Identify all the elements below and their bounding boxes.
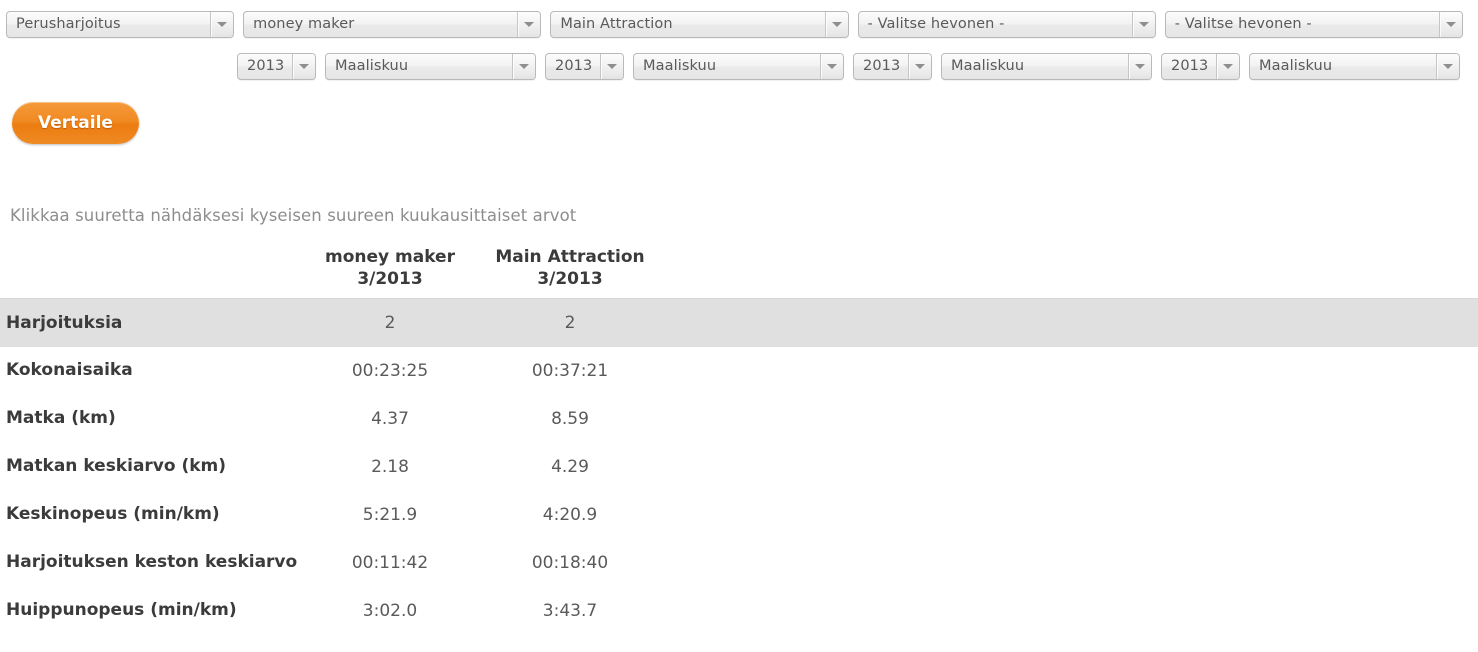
row-value-2: 4.29	[551, 456, 589, 477]
compare-button[interactable]: Vertaile	[12, 102, 139, 144]
select-month-2-value: Maaliskuu	[643, 58, 717, 74]
table-head: money maker 3/2013 Main Attraction 3/201…	[0, 247, 1478, 300]
select-year-4-value: 2013	[1171, 58, 1209, 74]
row-value-1: 00:23:25	[351, 360, 429, 381]
row-value-2: 00:37:21	[531, 360, 609, 381]
header-column-2-period: 3/2013	[537, 268, 603, 289]
select-month-3-value: Maaliskuu	[951, 58, 1025, 74]
row-value-1: 5:21.9	[362, 504, 418, 525]
select-year-4[interactable]: 2013	[1161, 52, 1240, 80]
select-horse-2-value: Main Attraction	[560, 16, 673, 32]
row-label[interactable]: Keskinopeus (min/km)	[0, 491, 300, 539]
select-year-1-value: 2013	[247, 58, 285, 74]
select-year-1[interactable]: 2013	[237, 52, 316, 80]
chevron-down-icon[interactable]	[517, 11, 541, 37]
row-label[interactable]: Huippunopeus (min/km)	[0, 587, 300, 635]
select-horse-3-value: - Valitse hevonen -	[867, 16, 1005, 32]
row-label[interactable]: Harjoituksen keston keskiarvo	[0, 539, 300, 587]
chevron-down-icon[interactable]	[1436, 53, 1459, 79]
header-metric-label	[0, 247, 300, 300]
chevron-down-icon[interactable]	[512, 53, 535, 79]
compare-button-wrapper: Vertaile	[0, 86, 1478, 144]
row-value-1: 00:11:42	[351, 552, 429, 573]
row-label[interactable]: Harjoituksia	[0, 299, 300, 347]
chevron-down-icon[interactable]	[824, 11, 848, 37]
header-column-2-name: Main Attraction	[495, 247, 645, 267]
table-row[interactable]: Kokonaisaika 00:23:25 00:37:21	[0, 347, 1478, 395]
select-horse-4-value: - Valitse hevonen -	[1174, 16, 1312, 32]
select-year-2[interactable]: 2013	[545, 52, 624, 80]
row-value-2: 00:18:40	[531, 552, 609, 573]
header-column-1-period: 3/2013	[357, 268, 423, 289]
row-spacer	[660, 395, 1478, 443]
row-label[interactable]: Matka (km)	[0, 395, 300, 443]
row-spacer	[660, 539, 1478, 587]
row-value-1: 3:02.0	[362, 600, 418, 621]
row-value-2: 3:43.7	[542, 600, 598, 621]
row-spacer	[660, 587, 1478, 635]
filter-row-period: 2013 Maaliskuu 2013 Maaliskuu 2013 Maali…	[0, 46, 1478, 86]
select-horse-4[interactable]: - Valitse hevonen -	[1164, 10, 1463, 38]
row-label[interactable]: Kokonaisaika	[0, 347, 300, 395]
row-label[interactable]: Matkan keskiarvo (km)	[0, 443, 300, 491]
chevron-down-icon[interactable]	[292, 53, 315, 79]
header-column-2: Main Attraction 3/2013	[480, 247, 660, 300]
chevron-down-icon[interactable]	[908, 53, 931, 79]
row-value-2: 2	[564, 312, 576, 333]
row-value-2: 8.59	[551, 408, 589, 429]
table-row[interactable]: Keskinopeus (min/km) 5:21.9 4:20.9	[0, 491, 1478, 539]
chevron-down-icon[interactable]	[210, 11, 234, 37]
select-training-type[interactable]: Perusharjoitus	[6, 10, 235, 38]
comparison-table: money maker 3/2013 Main Attraction 3/201…	[0, 247, 1478, 635]
row-spacer	[660, 443, 1478, 491]
select-month-1[interactable]: Maaliskuu	[325, 52, 536, 80]
row-spacer	[660, 347, 1478, 395]
select-month-1-value: Maaliskuu	[335, 58, 409, 74]
table-row[interactable]: Harjoituksen keston keskiarvo 00:11:42 0…	[0, 539, 1478, 587]
chevron-down-icon[interactable]	[1438, 11, 1462, 37]
select-month-4-value: Maaliskuu	[1259, 58, 1333, 74]
table-row[interactable]: Matka (km) 4.37 8.59	[0, 395, 1478, 443]
table-row[interactable]: Harjoituksia 2 2	[0, 298, 1478, 347]
select-month-3[interactable]: Maaliskuu	[941, 52, 1152, 80]
chevron-down-icon[interactable]	[820, 53, 843, 79]
hint-text: Klikkaa suuretta nähdäksesi kyseisen suu…	[10, 206, 577, 225]
select-month-4[interactable]: Maaliskuu	[1249, 52, 1460, 80]
row-value-2: 4:20.9	[542, 504, 598, 525]
select-horse-1-value: money maker	[253, 16, 355, 32]
table-body: Harjoituksia 2 2 Kokonaisaika 00:23:25 0…	[0, 298, 1478, 635]
row-value-1: 2	[384, 312, 396, 333]
header-column-1: money maker 3/2013	[300, 247, 480, 300]
row-spacer	[660, 299, 1478, 347]
table-row[interactable]: Matkan keskiarvo (km) 2.18 4.29	[0, 443, 1478, 491]
table-header-row: money maker 3/2013 Main Attraction 3/201…	[0, 247, 1478, 300]
select-year-2-value: 2013	[555, 58, 593, 74]
chevron-down-icon[interactable]	[1128, 53, 1151, 79]
chevron-down-icon[interactable]	[1216, 53, 1239, 79]
select-horse-3[interactable]: - Valitse hevonen -	[857, 10, 1156, 38]
filter-row-primary: Perusharjoitus money maker Main Attracti…	[0, 4, 1478, 44]
select-month-2[interactable]: Maaliskuu	[633, 52, 844, 80]
table-row[interactable]: Huippunopeus (min/km) 3:02.0 3:43.7	[0, 587, 1478, 635]
row-value-1: 2.18	[371, 456, 409, 477]
row-value-1: 4.37	[371, 408, 409, 429]
chevron-down-icon[interactable]	[600, 53, 623, 79]
header-column-spacer	[660, 247, 1478, 300]
select-year-3-value: 2013	[863, 58, 901, 74]
header-column-1-name: money maker	[325, 247, 455, 267]
select-training-type-value: Perusharjoitus	[16, 16, 121, 32]
select-year-3[interactable]: 2013	[853, 52, 932, 80]
chevron-down-icon[interactable]	[1131, 11, 1155, 37]
select-horse-2[interactable]: Main Attraction	[550, 10, 849, 38]
select-horse-1[interactable]: money maker	[243, 10, 542, 38]
row-spacer	[660, 491, 1478, 539]
